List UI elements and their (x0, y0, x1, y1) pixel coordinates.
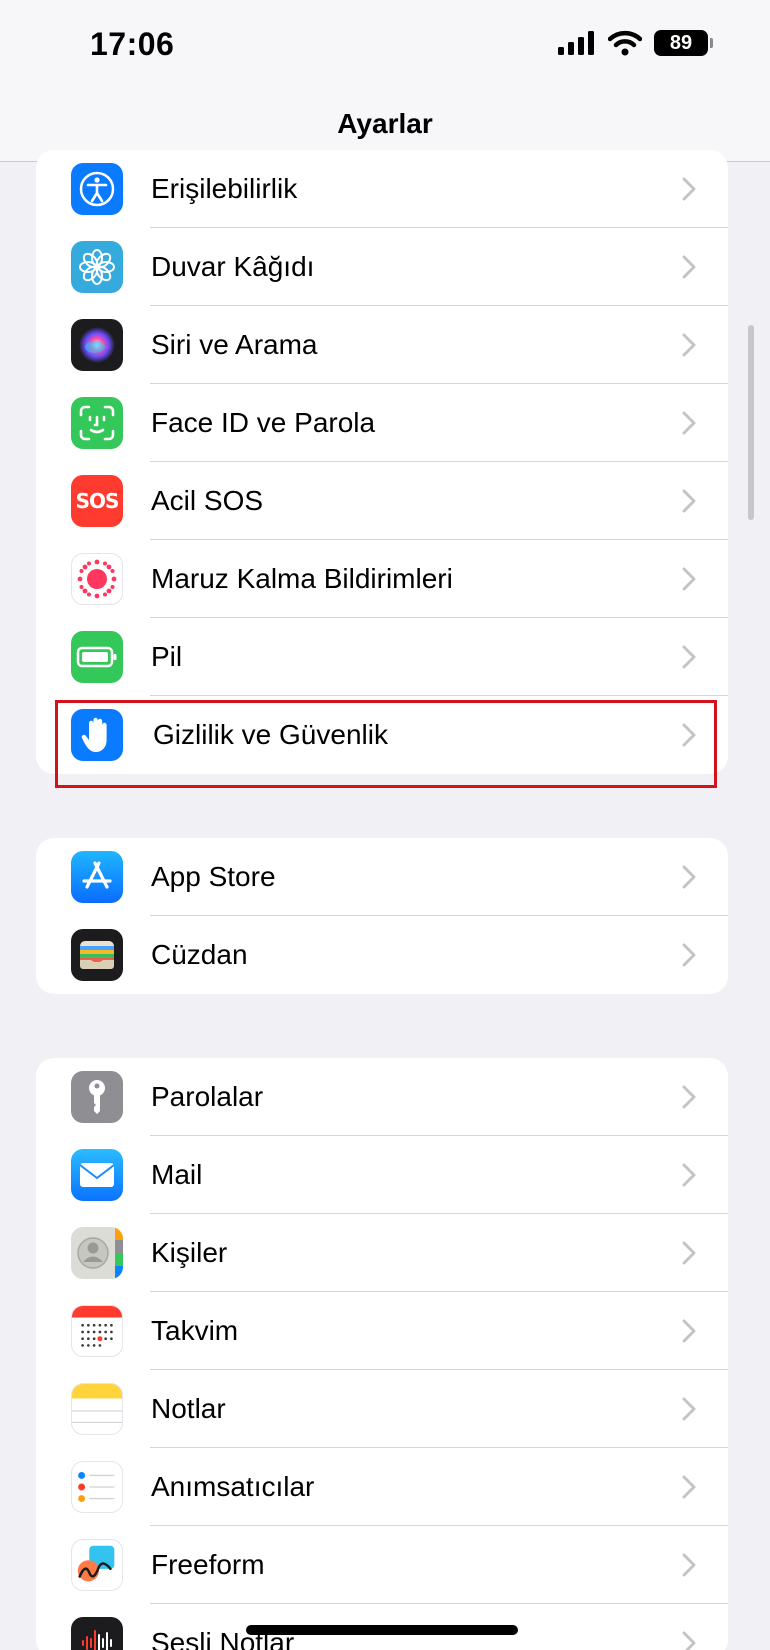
chevron-right-icon (682, 255, 696, 279)
settings-row-app-store[interactable]: App Store (36, 838, 728, 916)
page-title: Ayarlar (337, 108, 433, 139)
row-label: Pil (151, 641, 183, 672)
row-label: Acil SOS (151, 485, 264, 516)
wallpaper-flower-icon (71, 241, 123, 293)
calendar-icon (71, 1305, 123, 1357)
row-label: Siri ve Arama (151, 329, 318, 360)
settings-row-battery[interactable]: Pil (36, 618, 728, 696)
app-store-icon (71, 851, 123, 903)
face-id-icon (71, 397, 123, 449)
status-time: 17:06 (90, 26, 175, 62)
scroll-indicator[interactable] (748, 325, 754, 520)
row-label: Mail (151, 1159, 203, 1190)
mail-icon (71, 1149, 123, 1201)
settings-row-contacts[interactable]: Kişiler (36, 1214, 728, 1292)
chevron-right-icon (682, 1241, 696, 1265)
chevron-right-icon (682, 567, 696, 591)
key-icon (71, 1071, 123, 1123)
settings-row-privacy-security[interactable]: Gizlilik ve Güvenlik (36, 696, 728, 774)
sos-icon: SOS (71, 475, 123, 527)
settings-group-apps: Parolalar Mail Kişiler Takvim Notlar Anı… (36, 1058, 728, 1650)
settings-group-system: Erişilebilirlik Duvar Kâğıdı Siri ve Ara… (36, 150, 728, 774)
settings-row-notes[interactable]: Notlar (36, 1370, 728, 1448)
voice-memos-icon (71, 1617, 123, 1650)
row-label: Parolalar (151, 1081, 264, 1112)
wallet-icon (71, 929, 123, 981)
battery-icon (71, 631, 123, 683)
settings-row-reminders[interactable]: Anımsatıcılar (36, 1448, 728, 1526)
status-icons: 89 (558, 30, 713, 56)
settings-row-freeform[interactable]: Freeform (36, 1526, 728, 1604)
row-label: Gizlilik ve Güvenlik (153, 719, 388, 750)
settings-row-exposure-notifications[interactable]: Maruz Kalma Bildirimleri (36, 540, 728, 618)
chevron-right-icon (682, 943, 696, 967)
row-label: Maruz Kalma Bildirimleri (151, 563, 453, 594)
reminders-icon (71, 1461, 123, 1513)
settings-row-face-id[interactable]: Face ID ve Parola (36, 384, 728, 462)
freeform-icon (71, 1539, 123, 1591)
settings-row-passwords[interactable]: Parolalar (36, 1058, 728, 1136)
settings-row-wallpaper[interactable]: Duvar Kâğıdı (36, 228, 728, 306)
row-label: Erişilebilirlik (151, 173, 298, 204)
chevron-right-icon (682, 1163, 696, 1187)
settings-group-store: App Store Cüzdan (36, 838, 728, 994)
row-label: Cüzdan (151, 939, 248, 970)
chevron-right-icon (682, 1553, 696, 1577)
settings-row-mail[interactable]: Mail (36, 1136, 728, 1214)
exposure-notifications-icon (71, 553, 123, 605)
contacts-icon (71, 1227, 123, 1279)
chevron-right-icon (682, 1085, 696, 1109)
row-label: Notlar (151, 1393, 226, 1424)
chevron-right-icon (682, 645, 696, 669)
row-label: Freeform (151, 1549, 265, 1580)
chevron-right-icon (682, 411, 696, 435)
row-label: Kişiler (151, 1237, 228, 1268)
chevron-right-icon (682, 1631, 696, 1650)
battery-indicator: 89 (654, 30, 713, 56)
home-indicator[interactable] (246, 1625, 518, 1635)
chevron-right-icon (682, 489, 696, 513)
row-label: Takvim (151, 1315, 239, 1346)
chevron-right-icon (682, 1397, 696, 1421)
chevron-right-icon (682, 723, 696, 747)
chevron-right-icon (682, 1475, 696, 1499)
accessibility-icon (71, 163, 123, 215)
sos-icon-text: SOS (75, 489, 120, 513)
settings-row-wallet[interactable]: Cüzdan (36, 916, 728, 994)
settings-row-emergency-sos[interactable]: SOS Acil SOS (36, 462, 728, 540)
row-label: Anımsatıcılar (151, 1471, 315, 1502)
privacy-hand-icon (71, 709, 123, 761)
siri-icon (71, 319, 123, 371)
row-label: App Store (151, 861, 276, 892)
chevron-right-icon (682, 1319, 696, 1343)
status-bar: 17:06 89 (0, 0, 770, 100)
settings-row-accessibility[interactable]: Erişilebilirlik (36, 150, 728, 228)
row-label: Face ID ve Parola (151, 407, 376, 438)
cellular-signal-icon (558, 31, 594, 55)
chevron-right-icon (682, 333, 696, 357)
row-label: Duvar Kâğıdı (151, 251, 315, 282)
notes-icon (71, 1383, 123, 1435)
settings-row-calendar[interactable]: Takvim (36, 1292, 728, 1370)
chevron-right-icon (682, 865, 696, 889)
chevron-right-icon (682, 177, 696, 201)
wifi-icon (608, 30, 642, 56)
settings-row-siri[interactable]: Siri ve Arama (36, 306, 728, 384)
